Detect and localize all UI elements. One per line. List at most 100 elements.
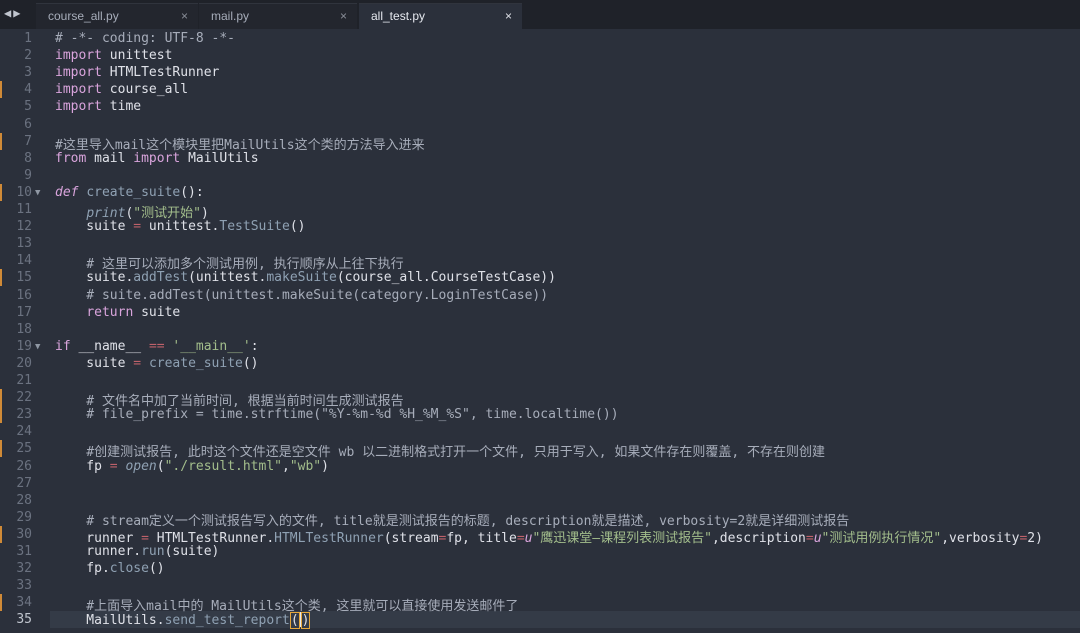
line-number: 9 (24, 167, 32, 183)
line-number: 13 (16, 236, 32, 252)
code-line[interactable]: import time (55, 99, 141, 114)
code-token: == (148, 338, 165, 354)
code-token: : (250, 338, 259, 354)
code-token: from (55, 150, 87, 166)
code-token: addTest (133, 270, 189, 286)
line-number: 28 (16, 492, 32, 508)
code-token: () (289, 219, 306, 235)
code-token: mail (86, 150, 134, 166)
line-number: 27 (16, 475, 32, 491)
modified-line-marker (0, 525, 2, 543)
code-token: __name__ (70, 338, 149, 354)
line-number: 24 (16, 424, 32, 440)
code-line[interactable]: import course_all (55, 82, 188, 97)
code-token: = (109, 458, 118, 474)
code-token: suite. (55, 270, 134, 286)
tab-all-test[interactable]: all_test.py × (359, 3, 522, 30)
line-number: 18 (16, 321, 32, 337)
code-line[interactable]: # suite.addTest(unittest.makeSuite(categ… (55, 288, 548, 303)
line-number: 25 (16, 441, 32, 457)
code-token: HTMLTestRunner (101, 65, 220, 81)
code-token: () (148, 561, 165, 577)
tab-close-icon[interactable]: × (505, 4, 512, 28)
nav-back-icon[interactable]: ◀ (4, 6, 13, 20)
tab-label: mail.py (211, 9, 250, 23)
code-line[interactable]: fp = open("./result.html","wb") (55, 459, 329, 474)
line-number: 23 (16, 407, 32, 423)
code-token: HTMLTestRunner (274, 530, 384, 546)
line-number: 34 (16, 595, 32, 611)
nav-forward-icon[interactable]: ▶ (13, 6, 22, 20)
line-number: 2 (24, 48, 32, 64)
fold-arrow-icon[interactable]: ▼ (35, 342, 40, 352)
code-token: 2) (1027, 530, 1043, 546)
code-token: ( (156, 458, 165, 474)
line-number: 31 (16, 544, 32, 559)
code-token: (suite) (164, 544, 220, 559)
line-number: 8 (24, 150, 32, 166)
code-token: () (242, 355, 259, 371)
modified-line-marker (0, 406, 2, 424)
code-token: suite (55, 219, 134, 235)
code-line[interactable]: runner.run(suite) (55, 544, 219, 559)
tab-course-all[interactable]: course_all.py × (36, 3, 198, 29)
code-token: create_suite (86, 184, 181, 200)
code-token: fp (55, 458, 110, 474)
code-line[interactable]: import unittest (55, 48, 172, 63)
code-token: suite (55, 355, 134, 371)
code-token: ) (321, 458, 329, 474)
tab-close-icon[interactable]: × (181, 4, 188, 28)
code-token: open (125, 458, 157, 474)
code-token: , (282, 458, 290, 474)
code-token: unittest. (141, 219, 220, 235)
line-number: 1 (24, 31, 32, 46)
code-editor[interactable]: 1 2 3 4 5 6 7 8 9 10 ▼ 11 12 13 14 15 16 17 18 19 ▼ 20 21 22 23 2… (0, 29, 1080, 633)
tab-close-icon[interactable]: × (340, 4, 347, 28)
line-number: 16 (16, 287, 32, 303)
code-line[interactable]: return suite (55, 305, 180, 320)
code-token: # -*- coding: UTF-8 -*- (55, 31, 236, 46)
line-number: 17 (16, 304, 32, 320)
modified-line-marker (0, 389, 2, 407)
modified-line-marker (0, 81, 2, 99)
code-line[interactable]: MailUtils.send_test_report() (55, 612, 311, 630)
code-line[interactable]: suite = unittest.TestSuite() (55, 219, 306, 235)
line-number: 5 (24, 99, 32, 115)
line-number: 6 (24, 116, 32, 132)
code-token: import (55, 82, 102, 98)
modified-line-marker (0, 269, 2, 287)
code-token: ( (289, 612, 300, 630)
code-token: ) (300, 612, 311, 630)
line-number: 30 (16, 526, 32, 542)
code-token: close (109, 561, 149, 577)
modified-line-marker (0, 132, 2, 150)
line-number: 3 (24, 65, 32, 81)
code-line[interactable]: from mail import MailUtils (55, 151, 259, 166)
code-line[interactable]: suite = create_suite() (55, 355, 259, 371)
code-token: u (813, 530, 822, 546)
code-token: runner. (55, 544, 142, 559)
code-line[interactable]: suite.addTest(unittest.makeSuite(course_… (55, 270, 556, 285)
line-number: 21 (16, 373, 32, 388)
line-number: 35 (16, 612, 32, 628)
code-line[interactable]: fp.close() (55, 561, 165, 577)
tab-mail[interactable]: mail.py × (199, 3, 357, 29)
line-number: 4 (24, 82, 32, 98)
code-token: '__main__' (172, 338, 251, 354)
line-number: 29 (16, 509, 32, 525)
code-line[interactable]: # file_prefix = time.strftime("%Y-%m-%d … (55, 407, 618, 422)
code-line[interactable]: def create_suite(): (55, 185, 204, 200)
line-number: 19 (16, 338, 32, 354)
code-token: run (141, 544, 165, 559)
line-number: 15 (16, 270, 32, 286)
fold-arrow-icon[interactable]: ▼ (35, 188, 40, 198)
code-token: "wb" (289, 458, 322, 474)
line-number: 33 (16, 578, 32, 594)
code-line[interactable]: import HTMLTestRunner (55, 65, 219, 80)
code-token: unittest (101, 48, 173, 64)
code-line[interactable]: # -*- coding: UTF-8 -*- (55, 31, 235, 46)
code-line[interactable]: if __name__ == '__main__': (55, 339, 259, 354)
code-token: def (55, 184, 79, 200)
code-token: import (55, 48, 102, 64)
code-token: send_test_report (164, 613, 290, 629)
